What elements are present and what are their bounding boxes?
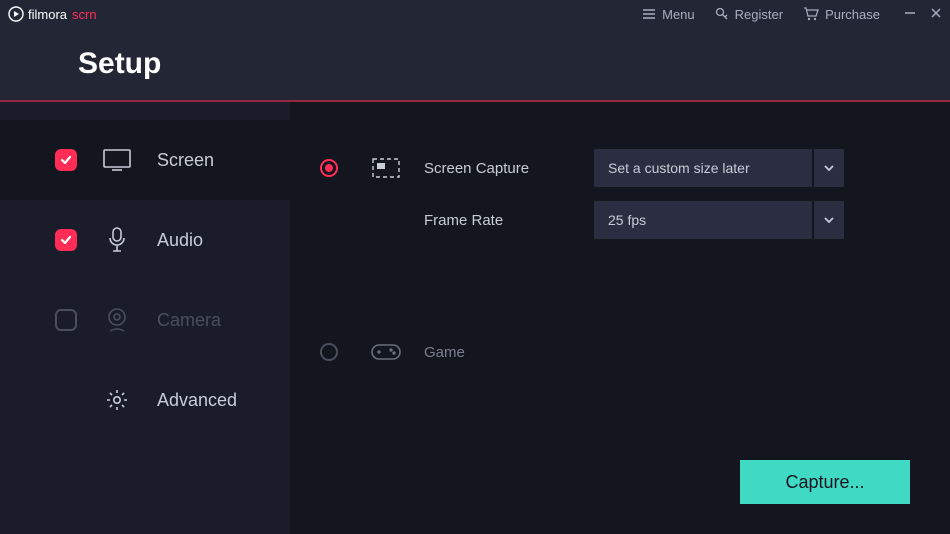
screen-capture-label: Screen Capture [424, 160, 594, 177]
purchase-label: Purchase [825, 7, 880, 22]
checkbox-screen[interactable] [55, 149, 77, 171]
logo-text-primary: filmora [28, 7, 67, 22]
menu-label: Menu [662, 7, 695, 22]
select-dropdown-button[interactable] [812, 149, 844, 187]
chevron-down-icon [823, 164, 835, 172]
header: Setup [0, 28, 950, 100]
game-label: Game [424, 344, 594, 361]
frame-rate-select[interactable]: 25 fps [594, 201, 844, 239]
sidebar-item-advanced[interactable]: Advanced [0, 360, 290, 440]
close-icon [930, 7, 942, 19]
capture-button[interactable]: Capture... [740, 460, 910, 504]
select-value: Set a custom size later [594, 160, 812, 176]
minimize-icon [904, 7, 916, 19]
select-dropdown-button[interactable] [812, 201, 844, 239]
close-button[interactable] [930, 7, 942, 22]
screen-capture-row: Screen Capture Set a custom size later [320, 142, 910, 194]
screen-region-icon [368, 158, 404, 178]
body: Screen Audio Camera Advanced [0, 102, 950, 534]
logo-icon [8, 6, 24, 22]
sidebar-item-label: Screen [157, 150, 214, 171]
game-row: Game [320, 326, 910, 378]
checkbox-audio[interactable] [55, 229, 77, 251]
chevron-down-icon [823, 216, 835, 224]
monitor-icon [103, 149, 131, 171]
purchase-button[interactable]: Purchase [803, 7, 880, 22]
frame-rate-label: Frame Rate [424, 212, 594, 229]
capture-button-label: Capture... [785, 472, 864, 493]
sidebar-item-camera: Camera [0, 280, 290, 360]
sidebar-item-label: Advanced [157, 390, 237, 411]
webcam-icon [103, 307, 131, 333]
check-icon [59, 153, 73, 167]
app-logo: filmora scrn [8, 6, 97, 22]
sidebar-item-label: Camera [157, 310, 221, 331]
radio-game[interactable] [320, 343, 338, 361]
hamburger-icon [642, 7, 656, 21]
microphone-icon [103, 227, 131, 253]
sidebar-item-label: Audio [157, 230, 203, 251]
sidebar: Screen Audio Camera Advanced [0, 102, 290, 534]
check-icon [59, 233, 73, 247]
screen-capture-select[interactable]: Set a custom size later [594, 149, 844, 187]
frame-rate-row: Frame Rate 25 fps [320, 194, 910, 246]
page-title: Setup [78, 47, 161, 81]
gear-icon [103, 388, 131, 412]
minimize-button[interactable] [904, 7, 916, 22]
gamepad-icon [368, 342, 404, 362]
register-button[interactable]: Register [715, 7, 783, 22]
menu-button[interactable]: Menu [642, 7, 695, 22]
select-value: 25 fps [594, 212, 812, 228]
register-label: Register [735, 7, 783, 22]
radio-screen-capture[interactable] [320, 159, 338, 177]
content-panel: Screen Capture Set a custom size later F… [290, 102, 950, 534]
cart-icon [803, 7, 819, 21]
checkbox-placeholder [55, 389, 77, 411]
sidebar-item-audio[interactable]: Audio [0, 200, 290, 280]
checkbox-camera [55, 309, 77, 331]
sidebar-item-screen[interactable]: Screen [0, 120, 290, 200]
logo-text-accent: scrn [72, 7, 97, 22]
titlebar: filmora scrn Menu Register Purchase [0, 0, 950, 28]
key-icon [715, 7, 729, 21]
